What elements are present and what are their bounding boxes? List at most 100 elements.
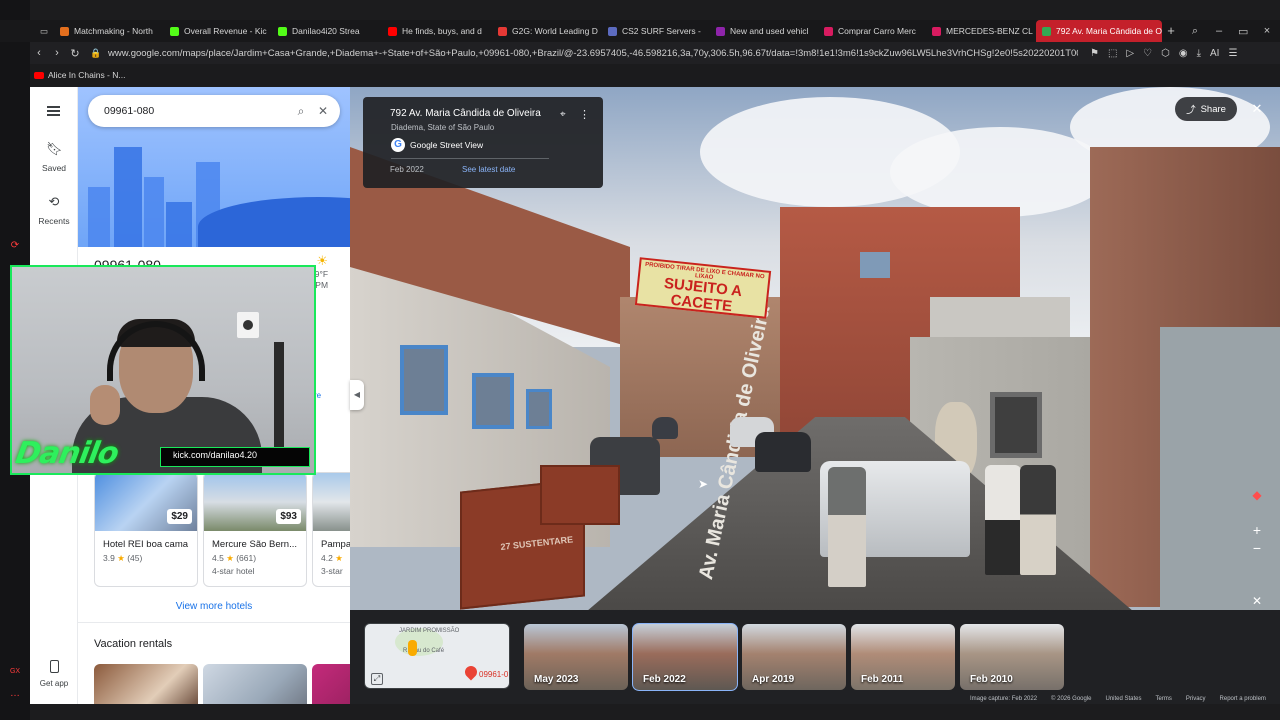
tab-overview-icon[interactable]: ▭ [34,20,48,42]
timeline-thumb-selected[interactable]: Feb 2022 [632,623,738,691]
close-timeline-button[interactable]: ✕ [1250,594,1264,608]
more-options-icon[interactable]: ⋮ [579,108,590,121]
tab-5[interactable]: CS2 SURF Servers - [602,20,706,42]
hotel-card[interactable]: Pampa 4.2 ★ 3-star [312,472,350,587]
refresh-icon[interactable]: ⟳ [9,240,21,252]
ai-button[interactable]: AI [1210,48,1219,59]
heart-icon[interactable]: ♡ [1143,48,1152,59]
attribution-bar: Image capture: Feb 2022 © 2026 Google Un… [970,696,1266,702]
hotel-class: 4-star hotel [212,566,255,576]
gx-icon[interactable]: GX [9,666,21,678]
speaker [237,312,259,338]
reload-button[interactable]: ↻ [66,47,84,60]
maximize-button[interactable]: ▭ [1238,25,1248,38]
window-controls: ⌕ – ▭ × [1190,20,1272,42]
minimap-label: JARDIM PROMISSÃO [399,628,460,634]
share-button[interactable]: ⤴ Share [1175,97,1237,121]
download-icon[interactable]: ⤓ [1197,48,1201,59]
tab-4[interactable]: G2G: World Leading D [492,20,600,42]
parked-car [652,417,678,439]
menu-icon[interactable] [47,106,60,116]
profile-icon[interactable]: ◉ [1179,48,1188,59]
timeline-thumb[interactable]: Feb 2010 [960,624,1064,690]
report-problem-link[interactable]: Report a problem [1220,696,1266,702]
hotel-card[interactable]: $93 Mercure São Bern... 4.5 ★ (661) 4-st… [203,472,307,587]
compass-icon[interactable]: ◆ [1244,488,1270,508]
location-pin-icon[interactable]: ⌖ [560,109,566,120]
pegman-icon[interactable] [408,640,417,656]
back-button[interactable]: ‹ [30,47,48,59]
tab-favicon-icon [170,26,179,36]
search-input[interactable] [104,105,286,117]
tab-favicon-icon [824,26,833,36]
hotel-name: Mercure São Bern... [212,539,298,550]
extensions-icon[interactable]: ⬡ [1161,48,1170,59]
hotel-photo [313,473,350,531]
get-app-button[interactable]: Get app [30,660,78,688]
stream-overlay-banner: Danilo kick.com/danilao4.20 [10,436,316,476]
lock-icon[interactable]: 🔒 [90,48,104,59]
sv-address: 792 Av. Maria Cândida de Oliveira [390,108,541,119]
see-latest-date-link[interactable]: See latest date [462,165,515,174]
tab-1[interactable]: Overall Revenue - Kic [164,20,268,42]
zoom-out-button[interactable]: − [1248,539,1266,557]
tab-3[interactable]: He finds, buys, and d [382,20,490,42]
timeline-thumb[interactable]: Apr 2019 [742,624,846,690]
saved-button[interactable]: 🔖︎ Saved [30,141,78,173]
tab-8[interactable]: MERCEDES-BENZ CL [926,20,1034,42]
region-link[interactable]: United States [1106,696,1142,702]
rental-photo[interactable] [312,664,350,704]
bookmark-icon[interactable]: ⚑ [1090,48,1099,59]
tab-9-active[interactable]: 792 Av. Maria Cândida de O × [1036,20,1162,42]
tab-favicon-icon [716,26,725,36]
tab-favicon-icon [498,26,507,36]
search-icon[interactable]: ⌕ [294,104,308,119]
tab-0[interactable]: Matchmaking - North [54,20,162,42]
person [985,465,1021,575]
privacy-link[interactable]: Privacy [1186,696,1206,702]
close-street-view-button[interactable]: ✕ [1249,101,1265,117]
player-icon[interactable]: ▷ [1126,48,1134,59]
clear-icon[interactable]: ✕ [316,104,330,118]
close-window-button[interactable]: × [1262,25,1272,37]
mouse-cursor-icon: ➤ [698,477,709,491]
snapshot-icon[interactable]: ⬚ [1108,48,1117,59]
url-field[interactable]: www.google.com/maps/place/Jardim+Casa+Gr… [108,48,1078,59]
tab-2[interactable]: Danilao4i20 Strea [272,20,380,42]
dumpster [540,465,620,525]
collapse-panel-button[interactable]: ◀ [350,380,364,410]
sv-locality: Diadema, State of São Paulo [391,123,495,132]
sv-source: G Google Street View [391,138,483,152]
sv-source-label: Google Street View [410,140,484,150]
zoom-in-button[interactable]: + [1248,521,1266,539]
bookmark-item[interactable]: Alice In Chains - N... [48,70,125,80]
window [472,373,514,429]
tab-label: 792 Av. Maria Cândida de O [1056,26,1162,36]
guitar [274,342,284,452]
minimize-button[interactable]: – [1214,25,1224,37]
timeline-date: Feb 2011 [861,674,904,685]
tab-6[interactable]: New and used vehicl [710,20,818,42]
more-icon[interactable]: … [9,688,21,700]
image-capture-text: Image capture: Feb 2022 [970,696,1038,702]
search-tabs-icon[interactable]: ⌕ [1190,25,1200,38]
new-tab-button[interactable]: + [1164,20,1178,42]
view-more-hotels-link[interactable]: View more hotels [78,601,350,612]
tab-7[interactable]: Comprar Carro Merc [818,20,924,42]
hotel-card[interactable]: $29 Hotel REI boa cama 3.9 ★ (45) [94,472,198,587]
timeline-thumb[interactable]: May 2023 [524,624,628,690]
share-label: Share [1200,103,1226,115]
terms-link[interactable]: Terms [1156,696,1172,702]
menu-icon[interactable]: ☰ [1228,48,1237,59]
rental-photo[interactable] [203,664,307,704]
recents-button[interactable]: ⟲ Recents [30,194,78,226]
timeline-thumb[interactable]: Feb 2011 [851,624,955,690]
copyright-text: © 2026 Google [1051,696,1092,702]
timeline-date: Feb 2010 [970,674,1013,685]
expand-map-icon[interactable]: ⤢ [371,673,383,685]
rental-photo[interactable] [94,664,198,704]
street-view-info-card: 792 Av. Maria Cândida de Oliveira Diadem… [363,97,603,188]
forward-button[interactable]: › [48,47,66,59]
minimap[interactable]: JARDIM PROMISSÃO R. Pau do Café 09961-0 … [364,623,510,689]
browser-toolbar: ⚑ ⬚ ▷ ♡ ⬡ ◉ ⤓ AI ☰ [1090,48,1237,59]
